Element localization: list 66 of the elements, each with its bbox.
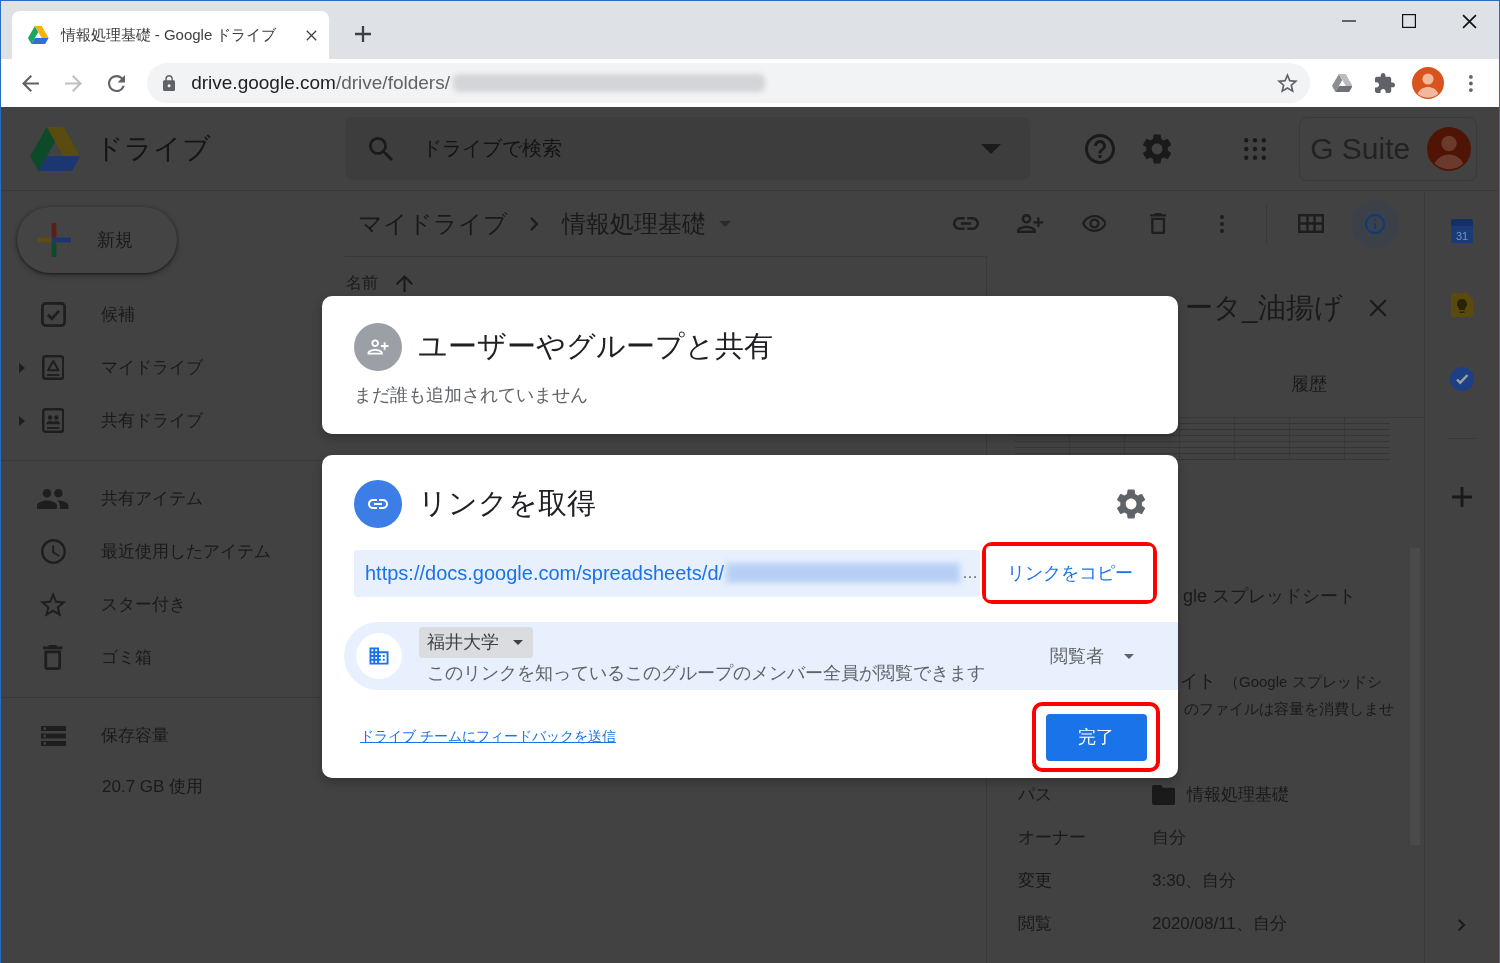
puzzle-icon[interactable] bbox=[1375, 73, 1395, 93]
avatar-icon[interactable] bbox=[1412, 67, 1444, 99]
caret-icon bbox=[513, 639, 523, 645]
folder-icon bbox=[1152, 784, 1176, 805]
link-url: https://docs.google.com/spreadsheets/d/ bbox=[365, 561, 725, 585]
add-person-icon bbox=[354, 323, 402, 371]
back-icon[interactable] bbox=[21, 74, 39, 92]
card-title: リンクを取得 bbox=[418, 486, 596, 521]
triangle-icon[interactable] bbox=[1331, 74, 1353, 92]
card-title: ユーザーやグループと共有 bbox=[418, 329, 773, 364]
close-icon[interactable] bbox=[1461, 13, 1477, 29]
link-icon bbox=[354, 480, 402, 528]
help-icon[interactable] bbox=[1085, 133, 1115, 164]
triangle-logo-icon bbox=[30, 126, 81, 171]
close-icon[interactable] bbox=[306, 29, 317, 41]
eye-icon[interactable] bbox=[1081, 215, 1107, 232]
star-icon[interactable] bbox=[1277, 73, 1298, 93]
add-person-icon[interactable] bbox=[1016, 214, 1044, 233]
search-icon[interactable] bbox=[369, 136, 393, 161]
people-box-icon bbox=[41, 408, 65, 433]
group-dropdown[interactable]: 福井大学 bbox=[419, 626, 533, 658]
clock-icon bbox=[40, 539, 66, 564]
role-dropdown[interactable]: 閲覧者 bbox=[1050, 640, 1134, 672]
address-bar[interactable]: drive.google.com/drive/folders/ bbox=[147, 63, 1310, 103]
expand-triangle-icon[interactable] bbox=[19, 415, 25, 426]
plus-icon[interactable] bbox=[355, 26, 371, 42]
caret-icon[interactable] bbox=[981, 143, 1001, 154]
done-button[interactable]: 完了 bbox=[1045, 713, 1147, 761]
chevron-right-icon bbox=[530, 216, 539, 231]
link-icon[interactable] bbox=[953, 217, 979, 230]
browser-tab[interactable]: 情報処理基礎 - Google ドライブ bbox=[12, 11, 329, 59]
star-icon bbox=[39, 592, 67, 617]
link-field[interactable]: https://docs.google.com/spreadsheets/d/ … bbox=[354, 549, 980, 597]
add-icon[interactable] bbox=[1452, 487, 1472, 507]
checkbox-icon bbox=[40, 302, 66, 327]
info-icon[interactable] bbox=[1351, 199, 1399, 248]
settings-icon[interactable] bbox=[1116, 489, 1145, 519]
people-icon bbox=[37, 488, 69, 509]
lock-icon bbox=[163, 75, 176, 91]
caret-icon bbox=[718, 220, 731, 227]
avatar-icon bbox=[1427, 126, 1472, 171]
grid-icon[interactable] bbox=[1297, 214, 1325, 233]
plus-icon bbox=[37, 223, 71, 257]
triangle-box-icon bbox=[41, 355, 65, 380]
apps-grid-icon[interactable] bbox=[1244, 137, 1267, 160]
caret-icon bbox=[1124, 653, 1134, 659]
check-circle-icon[interactable] bbox=[1450, 367, 1474, 391]
chevron-right-icon[interactable] bbox=[1458, 919, 1466, 931]
ellipsis-text: … bbox=[962, 564, 978, 582]
building-icon bbox=[356, 633, 402, 679]
storage-icon bbox=[40, 725, 66, 746]
card-subtitle: まだ誰も追加されていません bbox=[354, 384, 588, 407]
lightbulb-icon[interactable] bbox=[1451, 293, 1473, 317]
more-icon[interactable] bbox=[1469, 74, 1473, 92]
url-text: drive.google.com/drive/folders/ bbox=[191, 72, 450, 94]
trash-icon[interactable] bbox=[1149, 213, 1167, 234]
expand-triangle-icon[interactable] bbox=[19, 362, 25, 373]
copy-link-button[interactable]: リンクをコピー bbox=[986, 546, 1153, 600]
access-description: このリンクを知っているこのグループのメンバー全員が閲覧できます bbox=[427, 661, 985, 685]
maximize-icon[interactable] bbox=[1402, 14, 1416, 28]
calendar-icon[interactable]: 31 bbox=[1451, 219, 1473, 243]
triangle-logo-icon bbox=[28, 26, 49, 44]
trash-icon bbox=[43, 645, 63, 670]
feedback-link[interactable]: ドライブ チームにフィードバックを送信 bbox=[360, 728, 616, 746]
minimize-icon[interactable] bbox=[1342, 20, 1356, 22]
reload-icon[interactable] bbox=[107, 74, 125, 92]
